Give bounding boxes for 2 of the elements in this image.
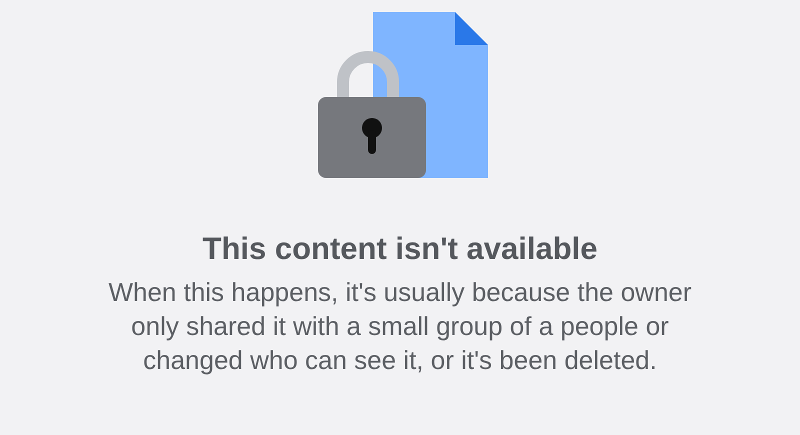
message-title: This content isn't available (202, 230, 598, 268)
message-body: When this happens, it's usually because the owner only shared it with a small group of a people or changed who can see it, or it's been deleted. (107, 276, 693, 377)
